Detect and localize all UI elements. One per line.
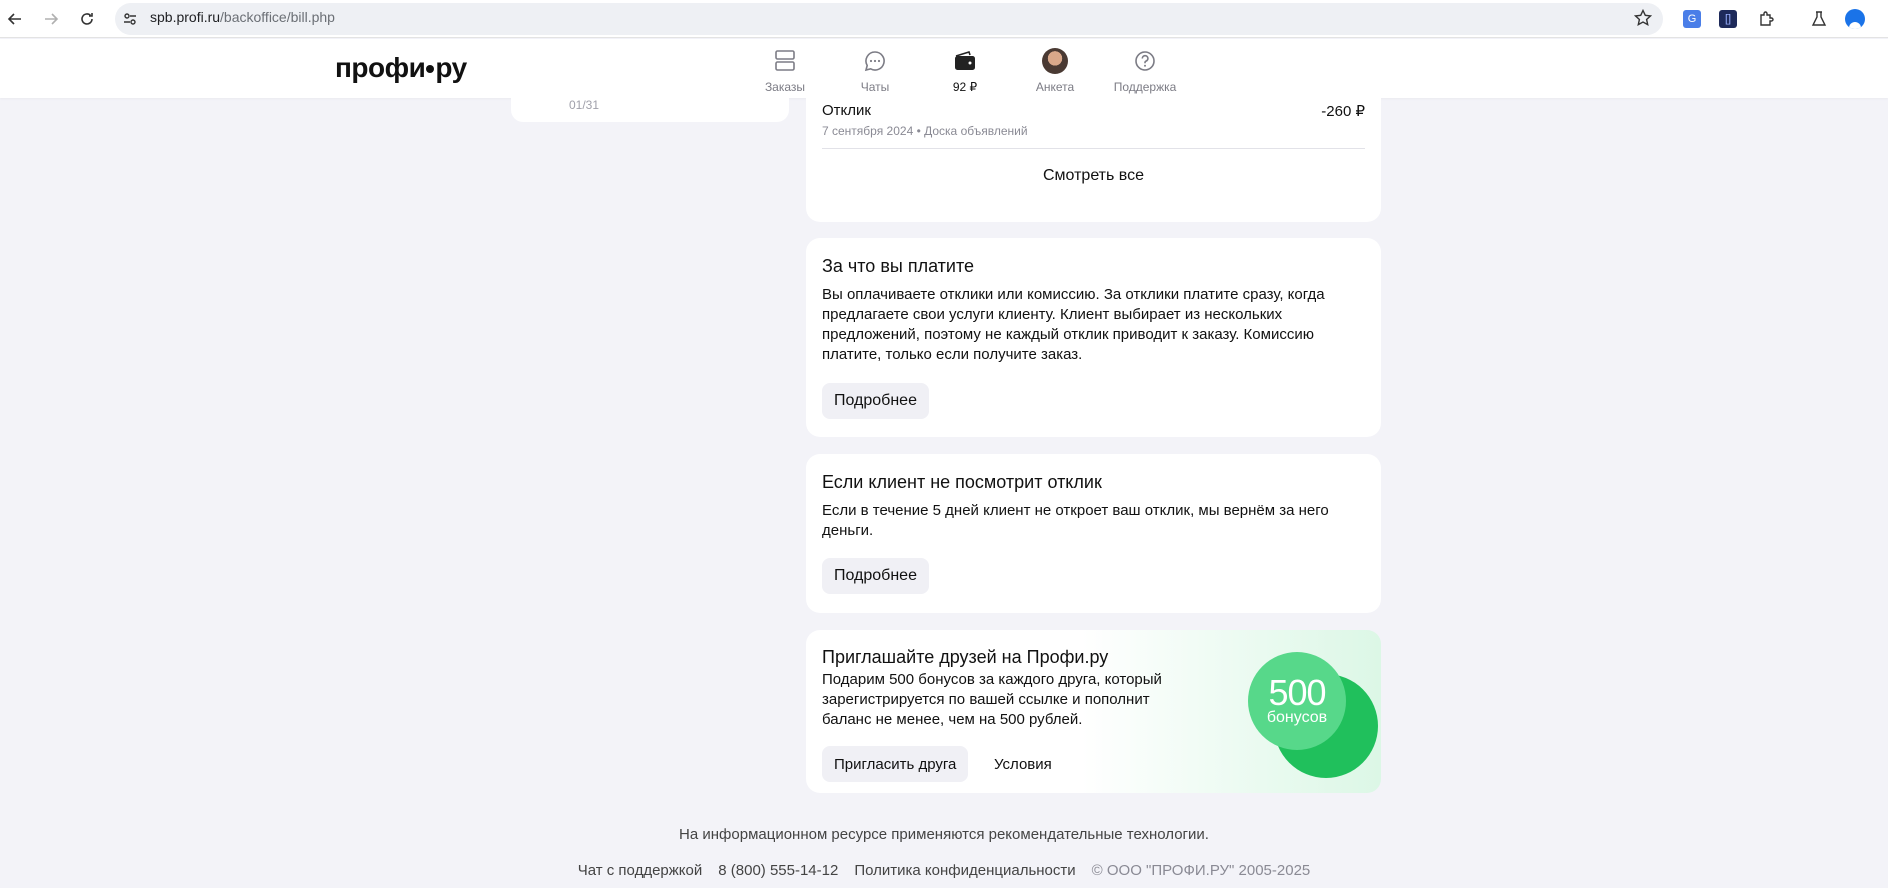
invite-text: Подарим 500 бонусов за каждого друга, ко…	[822, 671, 1162, 728]
pay-info-title: За что вы платите	[822, 256, 975, 276]
reload-icon	[81, 13, 93, 25]
balance-label: 92 ₽	[952, 80, 978, 94]
refund-info-title: Если клиент не посмотрит отклик	[822, 472, 1102, 492]
transaction-subtitle: 7 сентября 2024 • Доска объявлений	[822, 124, 1028, 138]
profile-icon[interactable]	[1841, 5, 1869, 33]
nav-chats-label: Чаты	[860, 80, 890, 94]
back-button[interactable]	[0, 4, 30, 34]
transactions-card: Отклик -260 ₽ 7 сентября 2024 • Доска об…	[806, 98, 1381, 222]
refund-info-text: Если в течение 5 дней клиент не откроет …	[822, 502, 1329, 539]
nav-profile-label: Анкета	[1035, 80, 1075, 94]
left-card-small-text: 01/31	[569, 98, 600, 112]
bonus-badge: 500 бонусов	[1248, 652, 1346, 750]
help-icon	[1131, 47, 1159, 75]
nav-support-label: Поддержка	[1113, 80, 1177, 94]
avatar	[1042, 48, 1068, 74]
pay-info-text: Вы оплачиваете отклики или комиссию. За …	[822, 286, 1325, 363]
forward-button[interactable]	[36, 4, 66, 34]
pay-more-button[interactable]: Подробнее	[822, 383, 929, 419]
nav-profile[interactable]: Анкета	[1015, 47, 1095, 94]
arrow-left-icon	[7, 13, 21, 25]
divider	[822, 148, 1365, 149]
site-info-icon[interactable]	[122, 11, 138, 32]
chat-icon	[861, 47, 889, 75]
pay-info-card: За что вы платите Вы оплачиваете отклики…	[806, 238, 1381, 437]
left-sidebar-card: 01/31	[511, 98, 789, 122]
invite-friends-card: Приглашайте друзей на Профи.ру Подарим 5…	[806, 630, 1381, 793]
arrow-right-icon	[45, 13, 59, 25]
support-chat-link[interactable]: Чат с поддержкой	[578, 862, 703, 879]
recommendation-note: На информационном ресурсе применяются ре…	[679, 826, 1209, 843]
address-bar[interactable]	[115, 3, 1663, 35]
transaction-amount: -260 ₽	[1321, 103, 1365, 120]
bonus-number: 500	[1268, 672, 1326, 713]
labs-flask-icon[interactable]	[1805, 5, 1833, 33]
see-all-button[interactable]: Смотреть все	[806, 167, 1381, 185]
reload-button[interactable]	[72, 4, 102, 34]
bookmark-star-icon[interactable]	[1633, 8, 1653, 32]
extensions-puzzle-icon[interactable]	[1752, 5, 1780, 33]
wallet-icon	[951, 47, 979, 75]
bonus-word: бонусов	[1266, 709, 1328, 726]
nav-orders[interactable]: Заказы	[745, 47, 825, 94]
phone-link[interactable]: 8 (800) 555-14-12	[718, 862, 838, 879]
devtools-extension-icon[interactable]: []	[1714, 5, 1742, 33]
terms-button[interactable]: Условия	[982, 746, 1064, 782]
nav-chats[interactable]: Чаты	[835, 47, 915, 94]
privacy-policy-link[interactable]: Политика конфиденциальности	[854, 862, 1075, 879]
profi-logo[interactable]: профи ру	[335, 52, 467, 84]
url-text: spb.profi.ru/backoffice/bill.php	[150, 9, 335, 25]
invite-title: Приглашайте друзей на Профи.ру	[822, 647, 1109, 667]
browser-toolbar: spb.profi.ru/backoffice/bill.php G []	[0, 0, 1888, 38]
nav-wallet[interactable]: 92 ₽	[925, 47, 1005, 94]
orders-icon	[771, 47, 799, 75]
site-header: профи ру Заказы Чаты 92 ₽ Анкета Поддержк…	[0, 39, 1888, 98]
footer-links: Чат с поддержкой 8 (800) 555-14-12 Полит…	[0, 862, 1888, 879]
refund-more-button[interactable]: Подробнее	[822, 558, 929, 594]
refund-info-card: Если клиент не посмотрит отклик Если в т…	[806, 454, 1381, 613]
translate-extension-icon[interactable]: G	[1678, 5, 1706, 33]
copyright-text: © ООО "ПРОФИ.РУ" 2005-2025	[1091, 862, 1311, 879]
transaction-title: Отклик	[822, 102, 871, 119]
invite-friend-button[interactable]: Пригласить друга	[822, 746, 969, 782]
nav-support[interactable]: Поддержка	[1105, 47, 1185, 94]
nav-orders-label: Заказы	[764, 80, 806, 94]
